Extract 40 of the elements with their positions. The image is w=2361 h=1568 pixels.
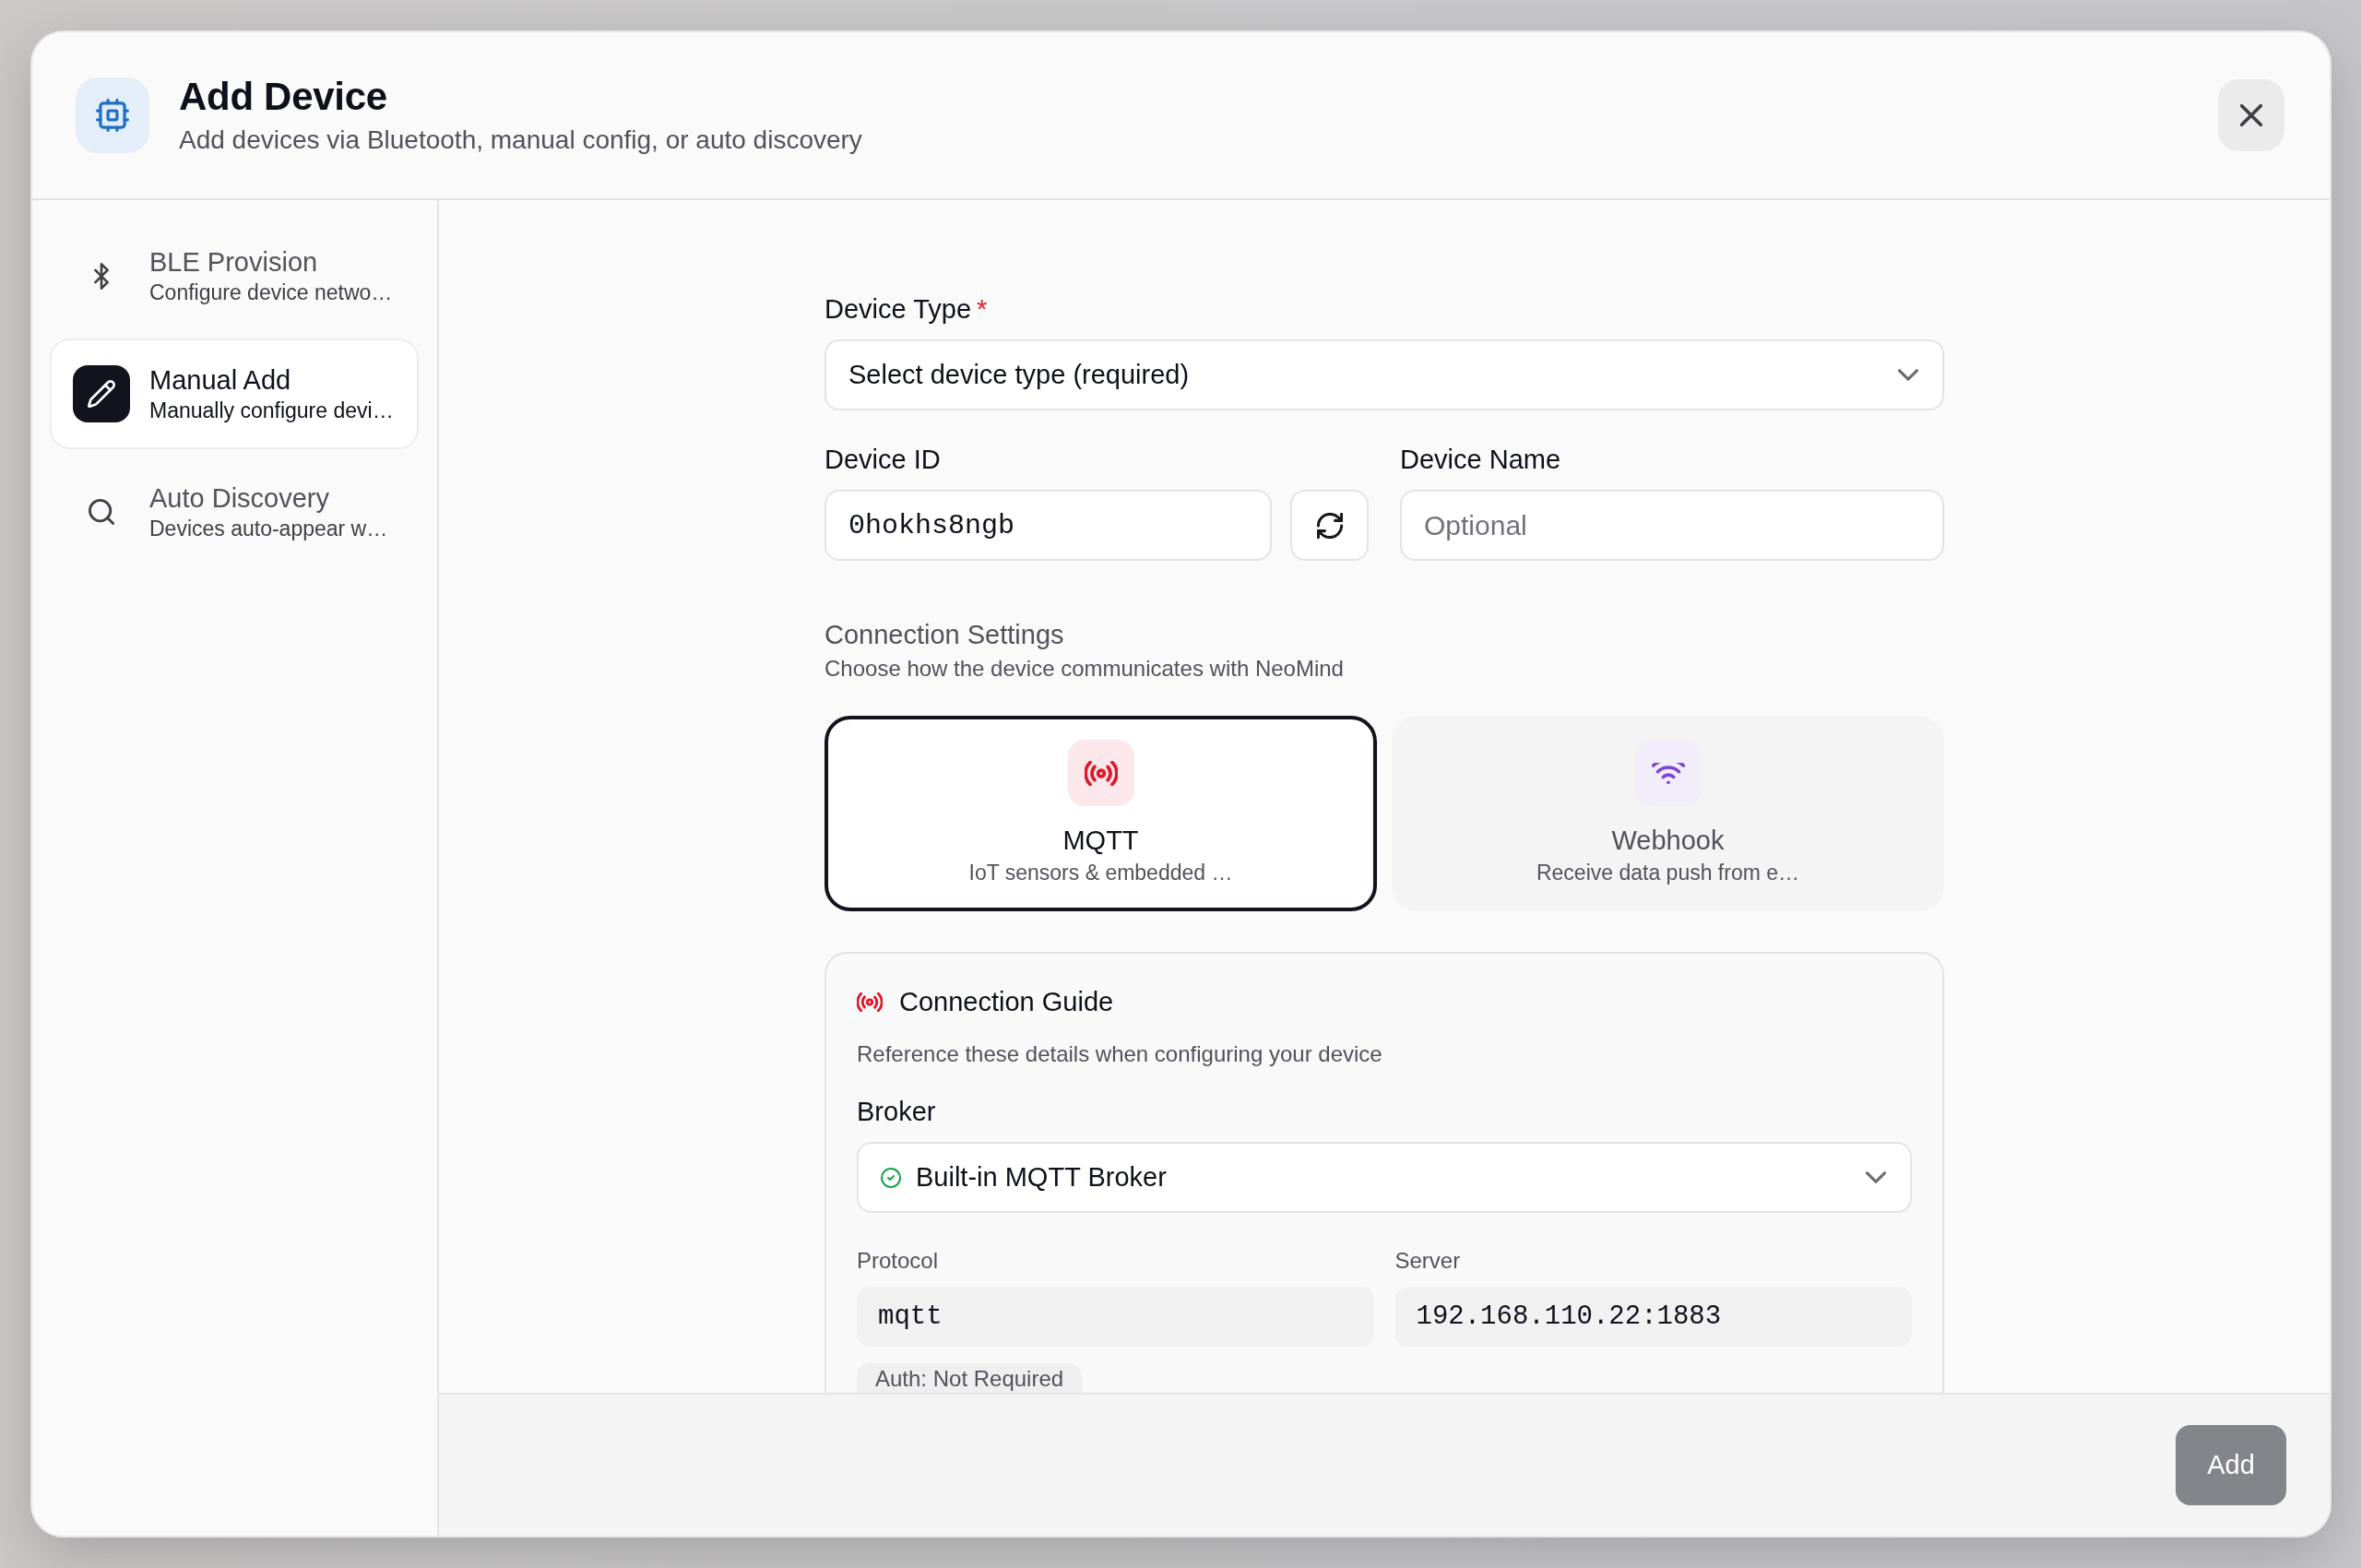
refresh-icon — [1316, 512, 1343, 539]
connection-option[interactable]: Webhook Receive data push from e… — [1392, 716, 1944, 911]
field-label: Protocol — [857, 1247, 939, 1275]
sidebar-tab[interactable]: Manual Add Manually configure devi… — [50, 339, 419, 449]
required-mark: * — [977, 293, 988, 326]
server-value: 192.168.110.22:1883 — [1394, 1287, 1912, 1347]
bluetooth-icon — [94, 262, 109, 290]
auth-status-tag: Auth: Not Required — [857, 1363, 1083, 1393]
field-label: Server — [1394, 1247, 1461, 1275]
device-type-select[interactable]: Select device type (required) — [825, 339, 1944, 410]
section-title: Connection Settings — [825, 619, 1064, 651]
wifi-icon — [1634, 740, 1702, 806]
field-label: Device Name — [1400, 444, 1561, 476]
broadcast-icon — [857, 992, 883, 1012]
field-label: Device Type — [825, 293, 972, 326]
regenerate-button[interactable] — [1290, 490, 1369, 561]
sidebar-tab[interactable]: BLE Provision Configure device netwo… — [50, 220, 419, 331]
broker-select[interactable]: Built-in MQTT Broker — [857, 1142, 1912, 1213]
dialog-title: Add Device — [179, 74, 388, 120]
broadcast-icon — [1067, 740, 1134, 806]
section-description: Choose how the device communicates with NeoMind — [825, 655, 1344, 683]
close-icon — [2240, 104, 2262, 126]
device-id-input[interactable]: 0hokhs8ngb — [825, 490, 1272, 561]
device-name-input[interactable]: Optional — [1400, 490, 1944, 561]
protocol-value: mqtt — [857, 1287, 1374, 1347]
guide-title: Connection Guide — [899, 986, 1114, 1018]
dialog-subtitle: Add devices via Bluetooth, manual config, or auto discovery — [179, 125, 862, 156]
check-circle-icon — [881, 1167, 901, 1188]
pencil-icon — [73, 365, 130, 422]
add-button[interactable]: Add — [2176, 1425, 2286, 1505]
guide-description: Reference these details when configuring your device — [857, 1040, 1382, 1068]
close-button[interactable] — [2218, 79, 2284, 151]
field-label: Broker — [857, 1096, 936, 1128]
chevron-down-icon — [1898, 369, 1918, 381]
chip-icon — [76, 77, 149, 153]
search-icon — [89, 499, 114, 525]
field-label: Device ID — [825, 444, 941, 476]
chevron-down-icon — [1866, 1171, 1886, 1183]
connection-option[interactable]: MQTT IoT sensors & embedded … — [825, 716, 1377, 911]
sidebar-tab[interactable]: Auto Discovery Devices auto-appear w… — [50, 457, 419, 567]
